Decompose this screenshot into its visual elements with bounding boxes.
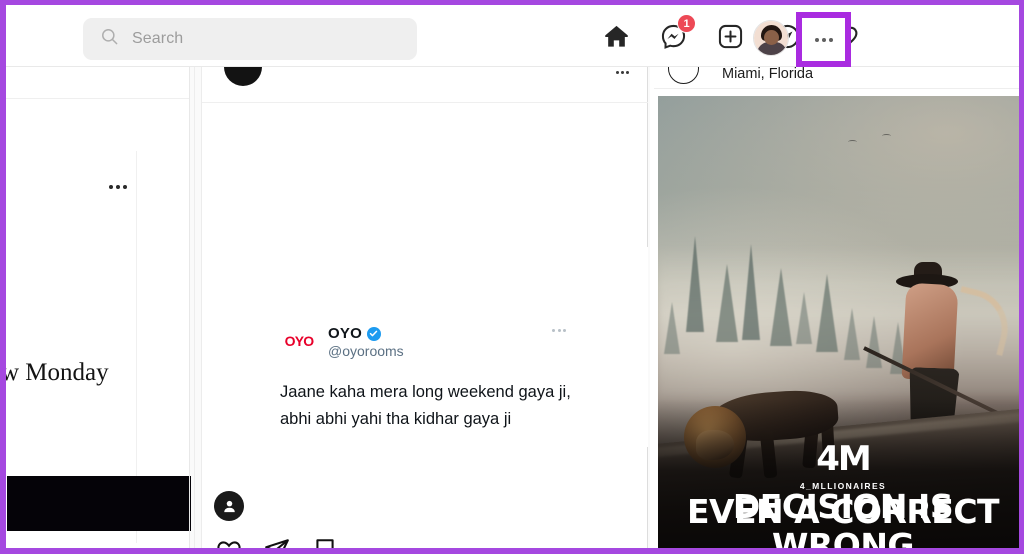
- center-post-avatar[interactable]: [224, 67, 262, 86]
- center-post-author-avatar-icon[interactable]: [214, 491, 244, 521]
- share-paper-plane-icon[interactable]: [264, 537, 290, 549]
- tweet-display-name: OYO: [328, 325, 362, 342]
- person-glyph: [223, 500, 235, 512]
- save-bookmark-icon[interactable]: [312, 537, 338, 549]
- search-placeholder-text: Search: [132, 30, 184, 47]
- tree-icon: [686, 236, 704, 332]
- bird-icon: [882, 134, 891, 138]
- tree-icon: [816, 274, 838, 352]
- messenger-icon[interactable]: 1: [645, 5, 702, 67]
- verified-badge-icon: [366, 326, 381, 341]
- photo-background: 4M 4_MLLIONAIRES EVEN A CORRECT DECISION…: [658, 96, 1019, 549]
- brand-logo-4m: 4M: [816, 439, 872, 479]
- post-action-bar: [216, 537, 338, 549]
- avatar-face: [764, 30, 779, 45]
- left-post-header: [5, 67, 189, 99]
- home-icon[interactable]: [588, 5, 645, 67]
- post-image[interactable]: 4M 4_MLLIONAIRES EVEN A CORRECT DECISION…: [658, 96, 1019, 549]
- right-feed-column: Miami, Florida 4M 4_MLLIONAIRES EVEN A C…: [650, 67, 1019, 549]
- oyo-logo-icon: OYO: [284, 333, 315, 349]
- column-divider-left: [189, 67, 190, 549]
- message-count-badge: 1: [677, 14, 696, 33]
- tree-icon: [844, 308, 860, 360]
- left-post-media-bar: [7, 476, 191, 531]
- center-feed-column: OYO OYO @oyorooms Jaane kaha mera long w…: [201, 67, 648, 549]
- tweet-screenshot-card: OYO OYO @oyorooms Jaane kaha mera long w…: [202, 247, 648, 447]
- tree-icon: [716, 264, 738, 342]
- right-post-header: Miami, Florida: [654, 67, 1019, 89]
- create-post-icon[interactable]: [702, 5, 759, 67]
- tree-icon: [796, 292, 812, 344]
- center-post-more-button[interactable]: [616, 67, 634, 79]
- top-navigation-bar: Search 1: [5, 5, 1019, 67]
- screenshot-root: w Monday OYO OYO @oyorooms Jaane kaha me…: [0, 0, 1024, 554]
- left-post-more-button[interactable]: [107, 179, 129, 195]
- tweet-body-text: Jaane kaha mera long weekend gaya ji, ab…: [280, 383, 571, 428]
- tree-icon: [866, 316, 882, 368]
- like-heart-icon[interactable]: [216, 537, 242, 549]
- center-post-header: [202, 67, 648, 103]
- tree-icon: [664, 302, 680, 354]
- right-post-avatar[interactable]: [668, 67, 699, 84]
- image-overlay-line-2: DECISION IS WRONG: [732, 487, 954, 549]
- search-icon: [100, 27, 119, 51]
- left-post-serif-text: w Monday: [5, 359, 109, 386]
- left-feed-column: w Monday: [5, 67, 191, 549]
- column-divider-left-2: [194, 67, 195, 549]
- tree-icon: [770, 268, 792, 346]
- tweet-author-row: OYO: [328, 325, 381, 342]
- bird-icon: [848, 140, 857, 144]
- search-input[interactable]: Search: [83, 18, 417, 60]
- profile-avatar[interactable]: [753, 20, 789, 56]
- tweet-more-icon[interactable]: [552, 329, 566, 332]
- tree-icon: [742, 244, 760, 340]
- annotation-frame-right: [1019, 0, 1024, 554]
- more-options-button[interactable]: [796, 12, 851, 67]
- cowboy-torso: [901, 282, 959, 382]
- post-location-label[interactable]: Miami, Florida: [722, 67, 813, 82]
- tweet-handle: @oyorooms: [328, 343, 404, 359]
- left-post-avatar: [147, 67, 169, 79]
- feed-content-area: w Monday OYO OYO @oyorooms Jaane kaha me…: [5, 67, 1019, 549]
- more-options-icon: [814, 37, 833, 42]
